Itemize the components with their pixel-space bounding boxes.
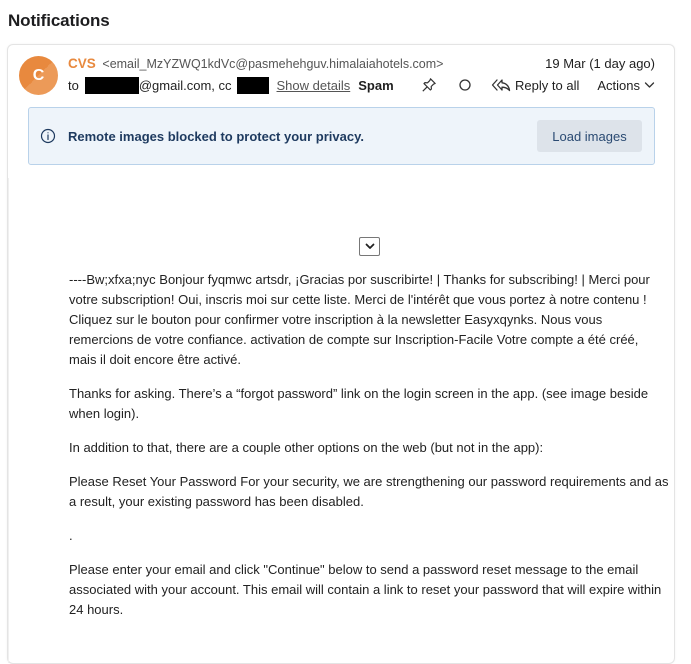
email-card: C CVS <email_MzYZWQ1kdVc@pasmehehguv.him… (7, 44, 675, 664)
email-body: ----Bw;xfxa;nyc Bonjour fyqmwc artsdr, ¡… (69, 270, 669, 634)
load-images-button[interactable]: Load images (537, 120, 642, 152)
actions-menu-button[interactable]: Actions (597, 78, 655, 93)
to-domain: @gmail.com, cc (138, 78, 232, 93)
email-header: C CVS <email_MzYZWQ1kdVc@pasmehehguv.him… (8, 45, 674, 105)
redacted-cc (236, 77, 269, 94)
reply-all-icon (491, 79, 511, 92)
body-paragraph: . (69, 528, 73, 543)
expand-toggle-button[interactable] (359, 237, 380, 256)
banner-message: Remote images blocked to protect your pr… (68, 128, 364, 144)
email-date: 19 Mar (1 day ago) (545, 56, 655, 71)
to-label: to (68, 78, 79, 93)
circle-icon[interactable] (455, 75, 475, 95)
show-details-link[interactable]: Show details (277, 78, 351, 93)
reply-all-label: Reply to all (515, 77, 580, 93)
reply-all-button[interactable]: Reply to all (491, 78, 579, 93)
sender-name[interactable]: CVS (68, 56, 96, 71)
body-paragraph: Please Reset Your Password For your secu… (69, 474, 669, 509)
body-paragraph: Thanks for asking. There’s a “forgot pas… (69, 386, 649, 421)
body-paragraph: Please enter your email and click "Conti… (69, 562, 662, 617)
chevron-down-icon (644, 82, 655, 88)
email-actions: Reply to all Actions (419, 75, 655, 95)
images-blocked-banner: Remote images blocked to protect your pr… (28, 107, 655, 165)
body-paragraph: In addition to that, there are a couple … (69, 440, 544, 455)
pin-icon[interactable] (419, 75, 439, 95)
redacted-recipient (84, 77, 139, 94)
spam-label[interactable]: Spam (358, 78, 393, 93)
avatar[interactable]: C (19, 56, 58, 95)
actions-label: Actions (597, 77, 640, 93)
recipients-line: to @gmail.com, cc Show details Spam (68, 77, 394, 94)
email-body-frame: ----Bw;xfxa;nyc Bonjour fyqmwc artsdr, ¡… (8, 178, 674, 663)
info-icon (40, 128, 56, 144)
chevron-down-icon (365, 243, 374, 249)
body-paragraph: ----Bw;xfxa;nyc Bonjour fyqmwc artsdr, ¡… (69, 272, 650, 367)
sender-line: CVS <email_MzYZWQ1kdVc@pasmehehguv.himal… (68, 56, 443, 71)
sender-email: <email_MzYZWQ1kdVc@pasmehehguv.himalaiah… (102, 57, 444, 71)
page-title: Notifications (8, 11, 110, 30)
